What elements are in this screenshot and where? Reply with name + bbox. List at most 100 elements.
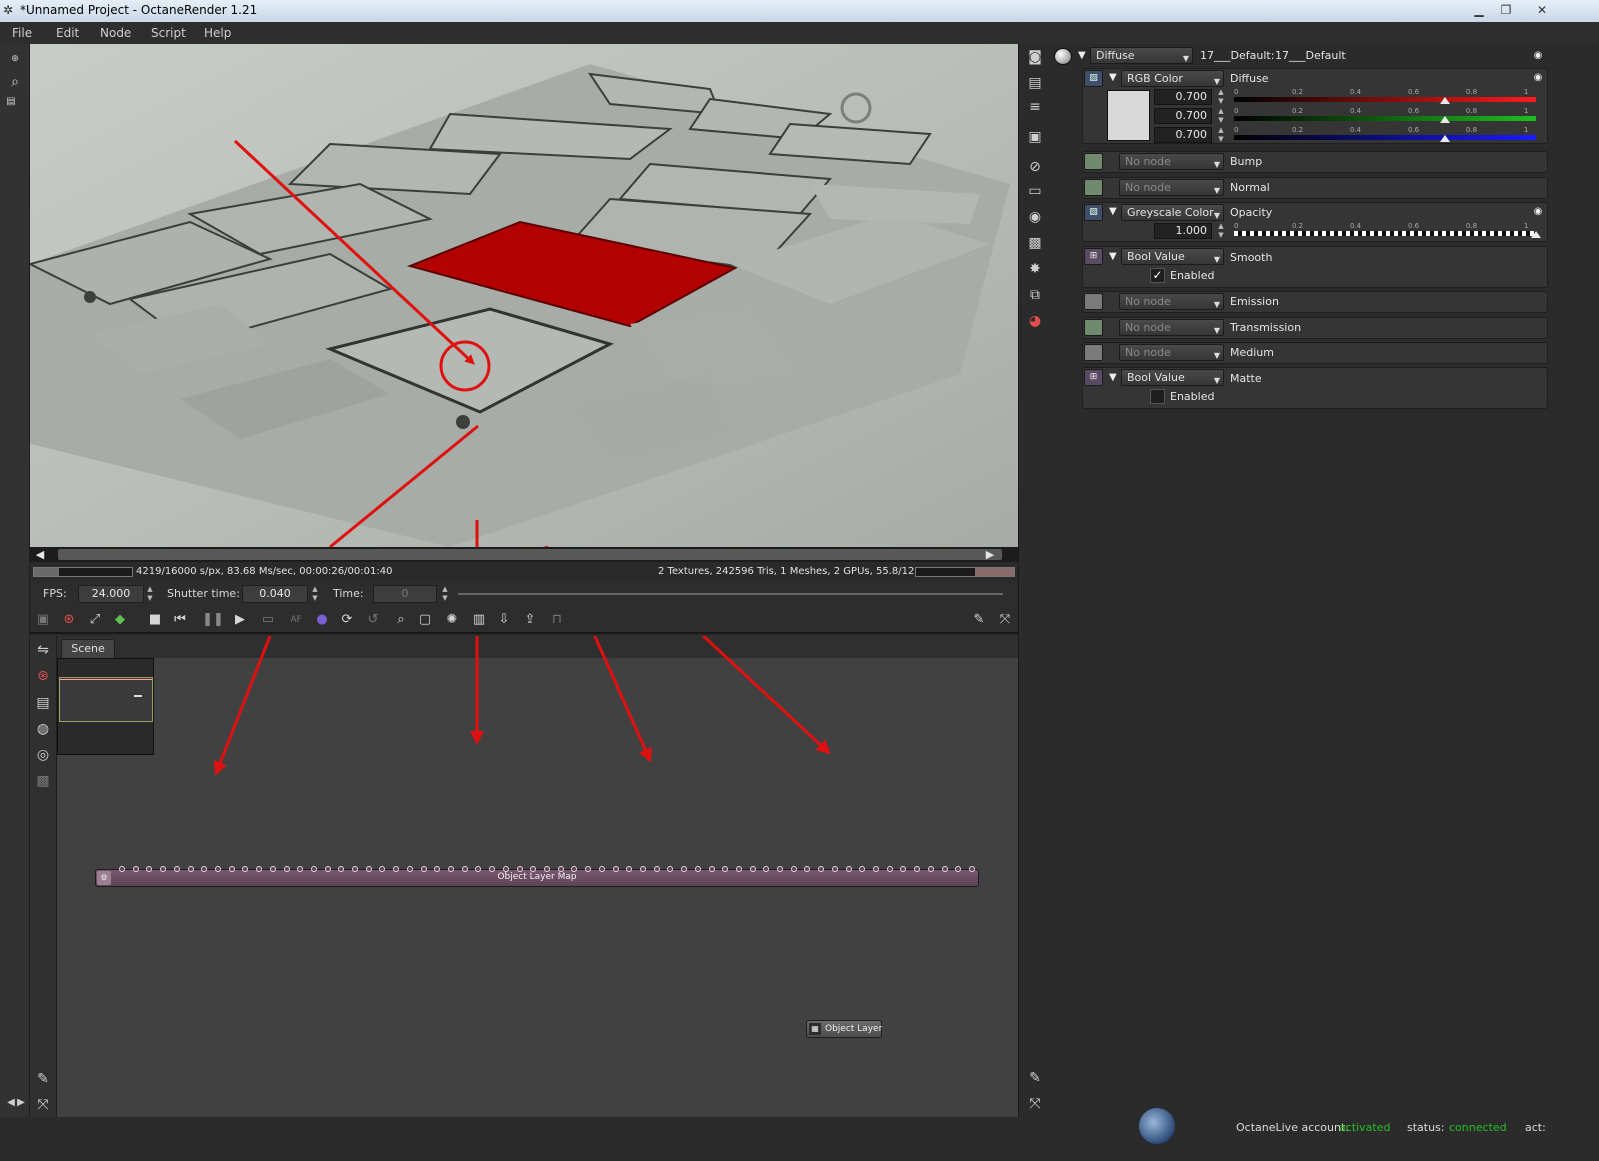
time-field[interactable]: 0 <box>373 585 437 603</box>
layers-icon[interactable]: ▤ <box>1024 72 1046 94</box>
medium-pin[interactable] <box>1084 344 1103 361</box>
blue-spinner-icon[interactable]: ▲ ▼ <box>1216 126 1226 144</box>
wrench-icon[interactable]: ✎ <box>968 609 990 631</box>
slider-handle[interactable] <box>1440 135 1451 142</box>
menu-file[interactable]: File <box>12 26 32 40</box>
collapse-triangle-icon[interactable]: ▼ <box>1078 50 1086 61</box>
graph-fullscreen-icon[interactable]: ⤧ <box>32 1094 54 1116</box>
layer-icon[interactable]: ▥ <box>468 609 490 631</box>
object-layer-map-node[interactable]: ⚙ Object Layer Map <box>95 866 979 887</box>
picture-icon[interactable]: ▩ <box>1024 232 1046 254</box>
material-preview-icon[interactable]: ◆ <box>109 609 131 631</box>
slider-handle[interactable] <box>1440 116 1451 123</box>
stop-icon[interactable]: ■ <box>144 609 166 631</box>
denoise-icon[interactable]: ✺ <box>441 609 463 631</box>
stack-icon[interactable]: ≡ <box>1024 96 1046 118</box>
refresh-icon[interactable]: ⟳ <box>336 609 358 631</box>
fullscreen-icon[interactable]: ⤧ <box>994 609 1016 631</box>
emission-node-dropdown[interactable]: No node ▼ <box>1119 293 1224 310</box>
camera-icon[interactable]: ◙ <box>1024 46 1046 68</box>
opacity-node-dropdown[interactable]: Greyscale Color ▼ <box>1121 204 1224 221</box>
close-icon[interactable]: ✕ <box>1529 1 1555 19</box>
maximize-icon[interactable]: ❐ <box>1493 1 1519 19</box>
menu-help[interactable]: Help <box>204 26 231 40</box>
reset-camera-icon[interactable]: ↺ <box>362 609 384 631</box>
inspector-fullscreen-icon[interactable]: ⤧ <box>1024 1093 1046 1115</box>
blue-value-field[interactable]: 0.700 <box>1154 127 1212 143</box>
graph-material-icon[interactable]: ◍ <box>32 718 54 740</box>
time-spinner-icon[interactable]: ▲ ▼ <box>440 585 450 603</box>
diffuse-collapse-icon[interactable]: ▼ <box>1109 72 1117 83</box>
zoom-icon[interactable]: ⌕ <box>4 71 26 93</box>
red-value-field[interactable]: 0.700 <box>1154 89 1212 105</box>
geometry-icon[interactable]: ⧉ <box>1024 284 1046 306</box>
viewport-lock-icon[interactable]: ▭ <box>257 609 279 631</box>
graph-texture-icon[interactable]: ◎ <box>32 744 54 766</box>
shutter-spinner-icon[interactable]: ▲ ▼ <box>310 585 320 603</box>
scroll-right-arrow-icon[interactable]: ▶ <box>982 547 998 562</box>
zoom-fit-icon[interactable]: ⌕ <box>390 609 412 631</box>
transmission-node-dropdown[interactable]: No node ▼ <box>1119 319 1224 336</box>
scroll-left-arrow-icon[interactable]: ◀ <box>32 547 48 562</box>
frame-icon[interactable]: ▢ <box>414 609 436 631</box>
normal-pin[interactable] <box>1084 179 1103 196</box>
slider-handle[interactable] <box>1531 231 1541 238</box>
graph-wrench-icon[interactable]: ✎ <box>32 1068 54 1090</box>
kernel-icon[interactable]: ⊘ <box>1024 156 1046 178</box>
material-type-dropdown[interactable]: Diffuse ▼ <box>1090 47 1193 64</box>
material-icon[interactable]: ◕ <box>1024 310 1046 332</box>
blue-slider[interactable]: 0 0.2 0.4 0.6 0.8 1 <box>1234 126 1536 144</box>
image-icon[interactable]: ▣ <box>1024 126 1046 148</box>
minimize-icon[interactable]: ▁ <box>1466 1 1492 19</box>
smooth-enabled-checkbox[interactable]: ✓ <box>1150 268 1165 283</box>
green-spinner-icon[interactable]: ▲ ▼ <box>1216 107 1226 125</box>
environment-icon[interactable]: ◉ <box>1024 206 1046 228</box>
panel-toggle-icon[interactable]: ▤ <box>0 91 22 113</box>
menu-edit[interactable]: Edit <box>56 26 79 40</box>
transmission-pin[interactable] <box>1084 319 1103 336</box>
smooth-node-dropdown[interactable]: Bool Value ▼ <box>1121 248 1224 265</box>
bump-pin[interactable] <box>1084 153 1103 170</box>
opacity-spinner-icon[interactable]: ▲ ▼ <box>1216 222 1226 240</box>
render-target-icon[interactable]: ⊛ <box>58 609 80 631</box>
red-slider[interactable]: 0 0.2 0.4 0.6 0.8 1 <box>1234 88 1536 106</box>
eye-icon[interactable]: ◉ <box>1530 50 1546 62</box>
pin-icon[interactable]: ⊕ <box>4 48 26 70</box>
diffuse-node-dropdown[interactable]: RGB Color ▼ <box>1121 70 1224 87</box>
matte-enabled-checkbox[interactable] <box>1150 389 1165 404</box>
save-image-icon[interactable]: ▣ <box>32 609 54 631</box>
opacity-slider[interactable]: 0 0.2 0.4 0.6 0.8 1 <box>1234 222 1541 240</box>
menu-node[interactable]: Node <box>100 26 131 40</box>
green-slider[interactable]: 0 0.2 0.4 0.6 0.8 1 <box>1234 107 1536 125</box>
normal-node-dropdown[interactable]: No node ▼ <box>1119 179 1224 196</box>
bool-pin-icon[interactable]: ⊞ <box>1084 248 1103 265</box>
red-spinner-icon[interactable]: ▲ ▼ <box>1216 88 1226 106</box>
diffuse-eye-icon[interactable]: ◉ <box>1530 72 1546 84</box>
shutter-time-field[interactable]: 0.040 <box>242 585 308 603</box>
slider-handle[interactable] <box>1440 97 1451 104</box>
fps-field[interactable]: 24.000 <box>78 585 144 603</box>
graph-mesh-icon[interactable]: ▩ <box>32 770 54 792</box>
opacity-texture-pin-icon[interactable]: ▨ <box>1084 204 1103 221</box>
bump-node-dropdown[interactable]: No node ▼ <box>1119 153 1224 170</box>
graph-image-icon[interactable]: ▤ <box>32 692 54 714</box>
inspector-wrench-icon[interactable]: ✎ <box>1024 1067 1046 1089</box>
timeline-track[interactable] <box>458 593 1003 595</box>
texture-pin-icon[interactable]: ▨ <box>1084 70 1103 87</box>
light-icon[interactable]: ✸ <box>1024 258 1046 280</box>
render-viewport[interactable] <box>30 44 1018 547</box>
region-icon[interactable]: ⤢ <box>84 609 106 631</box>
object-layer-node[interactable]: ▦ Object Layer <box>806 1020 882 1038</box>
opacity-eye-icon[interactable]: ◉ <box>1530 206 1546 218</box>
matte-bool-pin-icon[interactable]: ⊞ <box>1084 369 1103 386</box>
node-graph-editor[interactable]: Scene ⚙ Object Layer Map ▦ Object Layer <box>57 636 1018 1117</box>
smooth-collapse-icon[interactable]: ▼ <box>1109 251 1117 262</box>
matte-node-dropdown[interactable]: Bool Value ▼ <box>1121 369 1224 386</box>
pause-icon[interactable]: ❚❚ <box>202 609 224 631</box>
matte-collapse-icon[interactable]: ▼ <box>1109 372 1117 383</box>
lock-icon[interactable]: ⊓ <box>546 609 568 631</box>
scroll-right-icon[interactable]: ▶ <box>10 1092 32 1114</box>
medium-node-dropdown[interactable]: No node ▼ <box>1119 344 1224 361</box>
film-icon[interactable]: ▭ <box>1024 180 1046 202</box>
color-swatch[interactable] <box>1107 90 1150 141</box>
